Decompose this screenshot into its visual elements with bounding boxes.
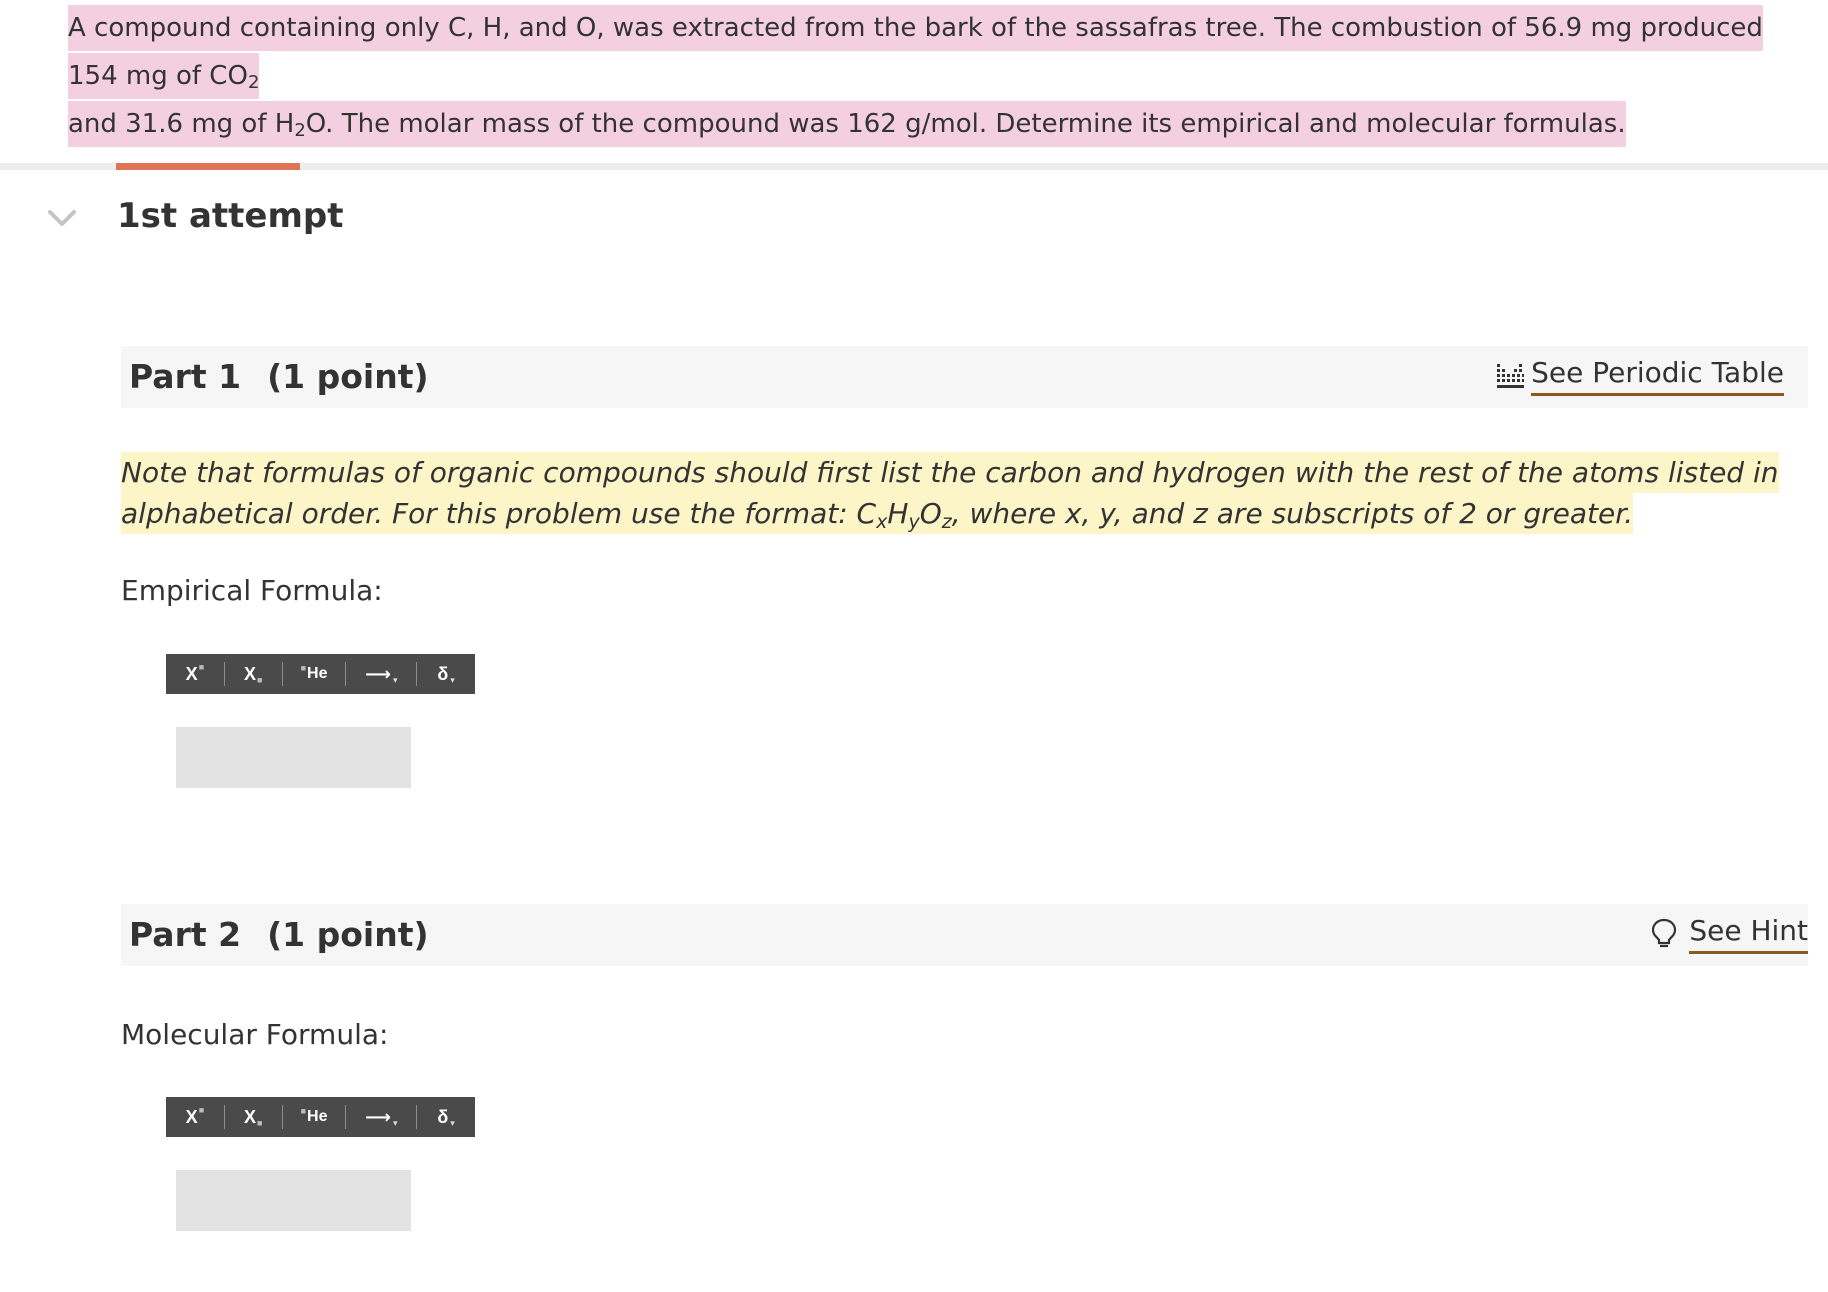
- part-2-title: Part 2 (1 point): [129, 915, 429, 954]
- question-text: A compound containing only C, H, and O, …: [68, 4, 1788, 148]
- periodic-table-icon: [1497, 364, 1525, 388]
- chevron-down-icon[interactable]: [46, 206, 78, 230]
- see-periodic-table-link[interactable]: See Periodic Table: [1495, 356, 1784, 396]
- symbols-button[interactable]: δ ▾: [417, 654, 475, 694]
- see-hint-label[interactable]: See Hint: [1689, 914, 1808, 954]
- part-1-title: Part 1 (1 point): [129, 357, 429, 396]
- format-note: Note that formulas of organic compounds …: [121, 452, 1781, 534]
- formula-toolbar-part-1: X ■ X ■ ■ He ⟶ ▾ δ ▾: [166, 654, 475, 694]
- subscript-button[interactable]: X ■: [225, 1097, 282, 1137]
- reaction-arrow-button[interactable]: ⟶ ▾: [346, 654, 416, 694]
- subscript-button[interactable]: X ■: [225, 654, 282, 694]
- formula-toolbar-part-2: X ■ X ■ ■ He ⟶ ▾ δ ▾: [166, 1097, 475, 1137]
- arrow-right-icon: ⟶: [365, 1106, 391, 1127]
- empirical-formula-label: Empirical Formula:: [121, 574, 383, 607]
- arrow-right-icon: ⟶: [365, 663, 391, 684]
- superscript-button[interactable]: X ■: [166, 654, 224, 694]
- question-line-2: and 31.6 mg of H: [68, 109, 295, 139]
- reaction-arrow-button[interactable]: ⟶ ▾: [346, 1097, 416, 1137]
- symbols-button[interactable]: δ ▾: [417, 1097, 475, 1137]
- delta-icon: δ: [437, 663, 449, 684]
- lightbulb-icon: [1652, 918, 1677, 948]
- part-1-header: Part 1 (1 point) See Periodic Table: [121, 346, 1808, 408]
- molecular-formula-label: Molecular Formula:: [121, 1018, 389, 1051]
- see-hint-link[interactable]: See Hint: [1651, 914, 1808, 954]
- question-line-1: A compound containing only C, H, and O, …: [68, 13, 1763, 91]
- delta-icon: δ: [437, 1106, 449, 1127]
- element-button[interactable]: ■ He: [283, 654, 346, 694]
- molecular-formula-input[interactable]: [176, 1170, 411, 1231]
- attempt-title: 1st attempt: [117, 196, 344, 236]
- part-2-header: Part 2 (1 point) See Hint: [121, 904, 1808, 966]
- superscript-button[interactable]: X ■: [166, 1097, 224, 1137]
- active-attempt-indicator: [116, 163, 300, 170]
- element-button[interactable]: ■ He: [283, 1097, 346, 1137]
- see-periodic-table-label[interactable]: See Periodic Table: [1531, 356, 1784, 396]
- empirical-formula-input[interactable]: [176, 727, 411, 788]
